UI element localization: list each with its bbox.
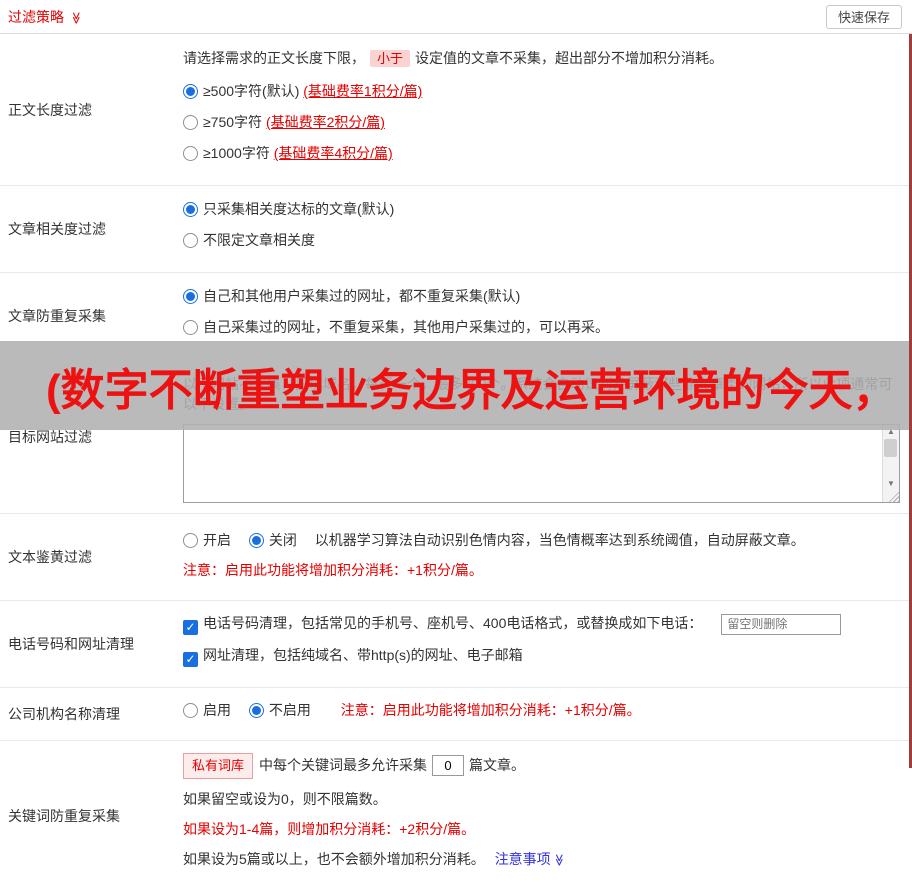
length-option-750[interactable]: ≥750字符 (基础费率2积分/篇) [183, 113, 902, 131]
checkbox-url-clean-icon[interactable] [183, 652, 198, 667]
company-option-off-label: 不启用 [268, 702, 311, 718]
row-porn-filter: 文本鉴黄过滤 开启 关闭 以机器学习算法自动识别色情内容，当色情概率达到系统阈值… [0, 514, 912, 601]
phone-clean-checkbox[interactable]: 电话号码清理，包括常见的手机号、座机号、400电话格式，或替换成如下电话： [183, 613, 702, 635]
less-than-highlight: 小于 [370, 50, 411, 67]
filter-strategy-title[interactable]: 过滤策略 ≫ [8, 7, 84, 27]
phone-url-clean-label: 电话号码和网址清理 [8, 636, 134, 652]
radio-length-750-icon[interactable] [183, 115, 198, 130]
url-clean-checkbox[interactable]: 网址清理，包括纯域名、带http(s)的网址、电子邮箱 [183, 645, 523, 667]
checkbox-phone-clean-icon[interactable] [183, 620, 198, 635]
textarea-scrollbar[interactable]: ▲ ▼ [882, 425, 899, 502]
row-company-clean: 公司机构名称清理 启用 不启用 注意：启用此功能将增加积分消耗：+1积分/篇。 [0, 688, 912, 741]
length-option-1000[interactable]: ≥1000字符 (基础费率4积分/篇) [183, 144, 902, 162]
length-option-500[interactable]: ≥500字符(默认) (基础费率1积分/篇) [183, 82, 902, 100]
radio-company-off-icon[interactable] [248, 703, 264, 718]
relevance-option-strict-label: 只采集相关度达标的文章(默认) [203, 201, 395, 217]
relevance-option-any-label: 不限定文章相关度 [203, 232, 315, 248]
length-option-750-label: ≥750字符 [203, 114, 266, 130]
radio-length-500-icon[interactable] [183, 84, 198, 99]
porn-option-off[interactable]: 关闭 [248, 530, 297, 550]
notes-link-label: 注意事项 [494, 851, 551, 867]
url-clean-text: 网址清理，包括纯域名、带http(s)的网址、电子邮箱 [203, 647, 523, 663]
porn-option-off-label: 关闭 [268, 532, 297, 548]
phone-replace-input[interactable] [721, 613, 842, 635]
radio-company-on-icon[interactable] [183, 703, 198, 718]
topbar: 过滤策略 ≫ 快速保存 [0, 0, 912, 34]
keyword-rule-zero: 如果留空或设为0，则不限篇数。 [183, 791, 387, 807]
radio-length-1000-icon[interactable] [183, 146, 198, 161]
porn-filter-label: 文本鉴黄过滤 [8, 549, 92, 565]
scrollbar-thumb[interactable] [884, 439, 897, 457]
row-keyword-dedup: 关键词防重复采集 私有词库中每个关键词最多允许采集 篇文章。 如果留空或设为0，则… [0, 741, 912, 890]
phone-clean-text: 电话号码清理，包括常见的手机号、座机号、400电话格式，或替换成如下电话： [203, 615, 703, 631]
length-option-1000-label: ≥1000字符 [203, 145, 274, 161]
length-filter-label: 正文长度过滤 [8, 101, 92, 118]
scroll-down-icon[interactable]: ▼ [887, 479, 895, 488]
page-title: 过滤策略 [8, 8, 64, 25]
radio-porn-on-icon[interactable] [183, 533, 198, 548]
row-relevance-filter: 文章相关度过滤 只采集相关度达标的文章(默认) 不限定文章相关度 [0, 186, 912, 273]
porn-filter-desc: 以机器学习算法自动识别色情内容，当色情概率达到系统阈值，自动屏蔽文章。 [314, 532, 805, 548]
notes-link[interactable]: 注意事项≫ [495, 851, 566, 867]
excluded-sites-textarea-wrap: ▲ ▼ [183, 424, 900, 503]
watermark-overlay: (数字不断重塑业务边界及运营环境的今天， [0, 341, 912, 430]
keyword-rule-5plus: 如果设为5篇或以上，也不会额外增加积分消耗。 [183, 851, 485, 867]
chevron-down-icon: ≫ [551, 853, 566, 867]
porn-filter-note: 注意：启用此功能将增加积分消耗：+1积分/篇。 [183, 562, 483, 578]
company-clean-label: 公司机构名称清理 [8, 706, 120, 722]
keyword-limit-text: 中每个关键词最多允许采集 [259, 757, 428, 773]
dedup-option-global-label: 自己和其他用户采集过的网址，都不重复采集(默认) [203, 288, 521, 304]
radio-dedup-global-icon[interactable] [183, 289, 198, 304]
row-length-filter: 正文长度过滤 请选择需求的正文长度下限， 小于 设定值的文章不采集，超出部分不增加积… [0, 34, 912, 186]
chevron-down-icon: ≫ [69, 11, 84, 24]
radio-dedup-self-icon[interactable] [183, 320, 198, 335]
length-option-500-label: ≥500字符(默认) [203, 83, 304, 99]
dedup-option-self[interactable]: 自己采集过的网址，不重复采集，其他用户采集过的，可以再采。 [183, 318, 902, 336]
keyword-limit-text-end: 篇文章。 [469, 757, 526, 773]
private-lexicon-tag: 私有词库 [183, 753, 254, 779]
length-filter-intro: 请选择需求的正文长度下限， 小于 设定值的文章不采集，超出部分不增加积分消耗。 [183, 48, 902, 69]
quick-save-button[interactable]: 快速保存 [825, 4, 902, 29]
radio-relevance-any-icon[interactable] [183, 233, 198, 248]
relevance-filter-label: 文章相关度过滤 [8, 221, 106, 237]
row-phone-url-clean: 电话号码和网址清理 电话号码清理，包括常见的手机号、座机号、400电话格式，或替… [0, 601, 912, 688]
porn-option-on[interactable]: 开启 [183, 530, 231, 550]
radio-porn-off-icon[interactable] [248, 533, 264, 548]
keyword-limit-input[interactable] [432, 755, 465, 776]
intro-text-after: 设定值的文章不采集，超出部分不增加积分消耗。 [415, 50, 724, 66]
length-option-750-fee: (基础费率2积分/篇) [265, 114, 385, 130]
radio-relevance-strict-icon[interactable] [183, 202, 198, 217]
relevance-option-strict[interactable]: 只采集相关度达标的文章(默认) [183, 200, 902, 218]
company-option-on-label: 启用 [203, 702, 231, 718]
length-option-1000-fee: (基础费率4积分/篇) [273, 145, 393, 161]
dedup-option-global[interactable]: 自己和其他用户采集过的网址，都不重复采集(默认) [183, 287, 902, 305]
company-clean-note: 注意：启用此功能将增加积分消耗：+1积分/篇。 [340, 702, 641, 718]
porn-option-on-label: 开启 [203, 532, 231, 548]
intro-text-before: 请选择需求的正文长度下限， [183, 50, 365, 66]
dedup-option-self-label: 自己采集过的网址，不重复采集，其他用户采集过的，可以再采。 [203, 319, 609, 335]
company-option-on[interactable]: 启用 [183, 700, 231, 720]
relevance-option-any[interactable]: 不限定文章相关度 [183, 231, 902, 249]
company-option-off[interactable]: 不启用 [248, 700, 311, 720]
keyword-dedup-label: 关键词防重复采集 [8, 807, 120, 824]
length-option-500-fee: (基础费率1积分/篇) [303, 83, 423, 99]
keyword-rule-1-4: 如果设为1-4篇，则增加积分消耗：+2积分/篇。 [183, 821, 476, 837]
watermark-text: (数字不断重塑业务边界及运营环境的今天， [46, 365, 897, 415]
excluded-sites-textarea[interactable] [184, 425, 882, 502]
